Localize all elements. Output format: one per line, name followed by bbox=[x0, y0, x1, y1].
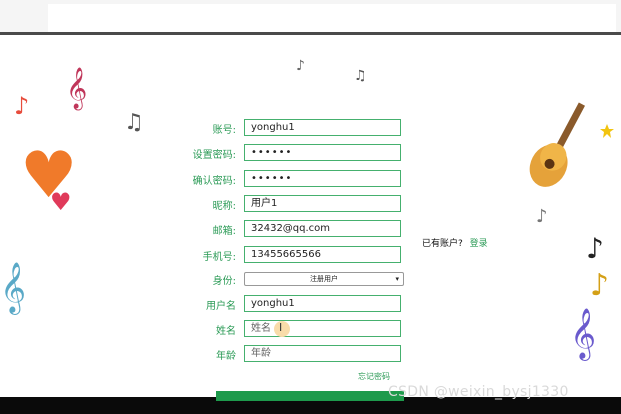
header-pane bbox=[48, 4, 616, 32]
email-label: 邮箱: bbox=[212, 226, 236, 237]
password-label: 设置密码: bbox=[192, 150, 236, 161]
phone-input[interactable]: 13455665566 bbox=[244, 246, 401, 263]
nickname-label: 昵称: bbox=[212, 201, 236, 212]
name-placeholder: 姓名 bbox=[251, 323, 271, 334]
treble-clef-icon: 𝄞 bbox=[66, 68, 88, 109]
phone-label: 手机号: bbox=[202, 252, 236, 263]
confirm-password-label: 确认密码: bbox=[192, 176, 236, 187]
text-cursor-icon: I bbox=[279, 321, 283, 334]
email-row: 邮箱: 32432@qq.com bbox=[0, 220, 621, 239]
login-link[interactable]: 登录 bbox=[470, 239, 488, 249]
account-input[interactable]: yonghu1 bbox=[244, 119, 401, 136]
confirm-password-row: 确认密码: •••••• bbox=[0, 170, 621, 189]
name-label: 姓名 bbox=[216, 326, 236, 337]
watermark: CSDN @weixin_bysj1330 bbox=[388, 384, 569, 400]
identity-label: 身份: bbox=[212, 276, 236, 287]
have-account-text: 已有账户? 登录 bbox=[422, 236, 488, 249]
register-button[interactable] bbox=[216, 391, 404, 401]
age-row: 年龄 年龄 bbox=[0, 345, 621, 364]
identity-select-value: 注册用户 bbox=[310, 275, 338, 283]
username-input[interactable]: yonghu1 bbox=[244, 295, 401, 312]
age-placeholder: 年龄 bbox=[251, 348, 271, 359]
password-row: 设置密码: •••••• bbox=[0, 144, 621, 163]
username-label: 用户名 bbox=[206, 301, 236, 312]
forgot-password-link[interactable]: 忘记密码 bbox=[358, 371, 390, 382]
confirm-password-input[interactable]: •••••• bbox=[244, 170, 401, 187]
account-label: 账号: bbox=[212, 125, 236, 136]
age-label: 年龄 bbox=[216, 351, 236, 362]
name-input[interactable]: 姓名 bbox=[244, 320, 401, 337]
account-row: 账号: yonghu1 bbox=[0, 119, 621, 138]
small-beamed-note-icon: ♫ bbox=[354, 68, 367, 84]
page-background bbox=[0, 35, 621, 397]
have-account-label: 已有账户? bbox=[422, 239, 463, 249]
nickname-input[interactable]: 用户1 bbox=[244, 195, 401, 212]
age-input[interactable]: 年龄 bbox=[244, 345, 401, 362]
chevron-down-icon: ▾ bbox=[395, 275, 399, 283]
username-row: 用户名 yonghu1 bbox=[0, 295, 621, 314]
identity-row: 身份: 注册用户 ▾ bbox=[0, 270, 621, 289]
identity-select[interactable]: 注册用户 ▾ bbox=[244, 272, 404, 286]
phone-row: 手机号: 13455665566 bbox=[0, 246, 621, 265]
nickname-row: 昵称: 用户1 bbox=[0, 195, 621, 214]
small-note-icon: ♪ bbox=[296, 58, 305, 74]
name-row: 姓名 姓名 I bbox=[0, 320, 621, 339]
email-input[interactable]: 32432@qq.com bbox=[244, 220, 401, 237]
top-bar bbox=[0, 0, 621, 32]
password-input[interactable]: •••••• bbox=[244, 144, 401, 161]
eighth-note-icon: ♪ bbox=[14, 92, 30, 120]
